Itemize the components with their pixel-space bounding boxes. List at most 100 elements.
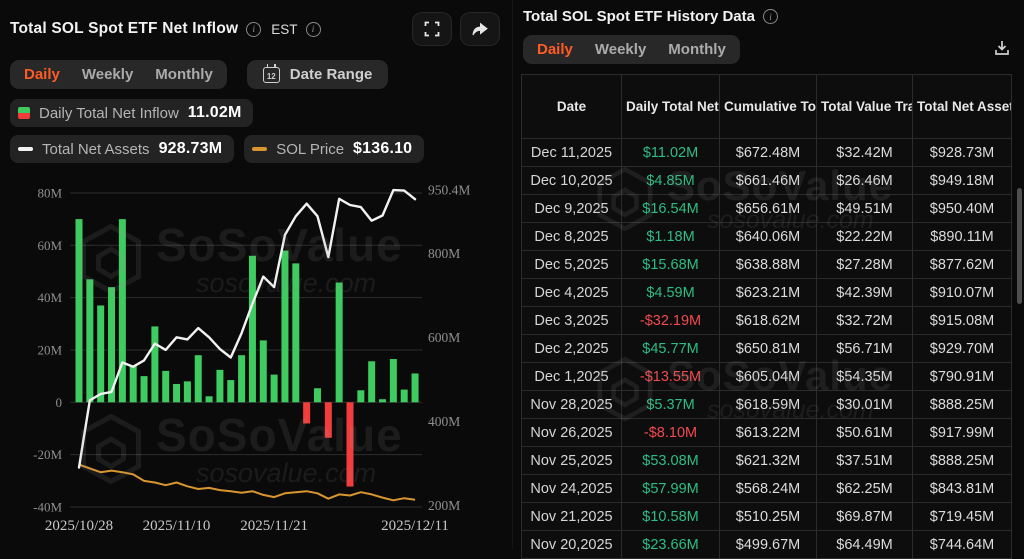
tab-weekly[interactable]: Weekly	[82, 66, 133, 83]
value-cell: $790.91M	[913, 363, 1012, 391]
info-icon[interactable]: i	[763, 9, 778, 24]
table-row[interactable]: Dec 5,2025$15.68M$638.88M$27.28M$877.62M	[522, 251, 1012, 279]
value-cell: $499.67M	[720, 531, 817, 559]
table-row[interactable]: Nov 24,2025$57.99M$568.24M$62.25M$843.81…	[522, 475, 1012, 503]
value-cell: $10.58M	[622, 503, 720, 531]
value-cell: $53.08M	[622, 447, 720, 475]
value-cell: $69.87M	[817, 503, 913, 531]
legend-total-net-assets[interactable]: Total Net Assets 928.73M	[10, 135, 234, 163]
inflow-bar	[412, 373, 419, 402]
value-cell: $744.64M	[913, 531, 1012, 559]
value-cell: $890.11M	[913, 223, 1012, 251]
legend-daily-net-inflow[interactable]: Daily Total Net Inflow 11.02M	[10, 99, 253, 127]
history-table: DateDaily Total Net Inflow(USD)Cumulativ…	[521, 74, 1012, 559]
table-row[interactable]: Nov 20,2025$23.66M$499.67M$64.49M$744.64…	[522, 531, 1012, 559]
chart-controls: Daily Weekly Monthly 12 Date Range	[0, 46, 512, 89]
total-net-assets-line	[79, 190, 415, 467]
value-cell: $23.66M	[622, 531, 720, 559]
table-row[interactable]: Nov 28,2025$5.37M$618.59M$30.01M$888.25M	[522, 391, 1012, 419]
inflow-bar	[281, 251, 288, 403]
left-axis-tick: 20M	[37, 342, 62, 357]
tab-weekly[interactable]: Weekly	[595, 41, 646, 58]
value-cell: $15.68M	[622, 251, 720, 279]
date-cell: Dec 3,2025	[522, 307, 622, 335]
table-row[interactable]: Dec 11,2025$11.02M$672.48M$32.42M$928.73…	[522, 139, 1012, 167]
table-row[interactable]: Nov 25,2025$53.08M$621.32M$37.51M$888.25…	[522, 447, 1012, 475]
value-cell: $910.07M	[913, 279, 1012, 307]
right-axis-tick: 950.4M	[428, 183, 470, 198]
value-cell: -$8.10M	[622, 419, 720, 447]
value-cell: $45.77M	[622, 335, 720, 363]
tab-monthly[interactable]: Monthly	[155, 66, 213, 83]
table-row[interactable]: Dec 8,2025$1.18M$640.06M$22.22M$890.11M	[522, 223, 1012, 251]
tab-daily[interactable]: Daily	[24, 66, 60, 83]
inflow-bar	[379, 399, 386, 402]
column-header: Cumulative Total Net Inflow(USD)	[720, 75, 817, 139]
value-cell: $877.62M	[913, 251, 1012, 279]
inflow-bars	[76, 219, 419, 486]
column-header: Total Net Assets(USD)	[913, 75, 1012, 139]
date-cell: Dec 2,2025	[522, 335, 622, 363]
panel-header: Total SOL Spot ETF History Data i	[513, 0, 1024, 25]
right-axis-tick: 600M	[428, 330, 460, 345]
date-cell: Nov 24,2025	[522, 475, 622, 503]
value-cell: $64.49M	[817, 531, 913, 559]
value-cell: $650.81M	[720, 335, 817, 363]
date-cell: Dec 1,2025	[522, 363, 622, 391]
inflow-bar	[227, 380, 234, 402]
table-row[interactable]: Nov 26,2025-$8.10M$613.22M$50.61M$917.99…	[522, 419, 1012, 447]
share-button[interactable]	[460, 12, 500, 46]
x-axis-tick: 2025/11/10	[143, 518, 211, 534]
inflow-bar	[151, 326, 158, 402]
table-row[interactable]: Dec 4,2025$4.59M$623.21M$42.39M$910.07M	[522, 279, 1012, 307]
chart-legend: Daily Total Net Inflow 11.02M Total Net …	[0, 89, 512, 163]
table-row[interactable]: Dec 1,2025-$13.55M$605.04M$54.35M$790.91…	[522, 363, 1012, 391]
date-cell: Dec 10,2025	[522, 167, 622, 195]
value-cell: $661.46M	[720, 167, 817, 195]
calendar-icon: 12	[263, 67, 280, 83]
value-cell: $623.21M	[720, 279, 817, 307]
value-cell: $4.85M	[622, 167, 720, 195]
green-red-bar-icon	[18, 107, 30, 119]
download-button[interactable]	[992, 38, 1012, 61]
inflow-bar	[336, 283, 343, 403]
inflow-bar	[303, 402, 310, 423]
table-row[interactable]: Dec 9,2025$16.54M$656.61M$49.51M$950.40M	[522, 195, 1012, 223]
value-cell: $621.32M	[720, 447, 817, 475]
share-icon	[471, 21, 489, 37]
value-cell: $613.22M	[720, 419, 817, 447]
value-cell: $618.62M	[720, 307, 817, 335]
value-cell: $50.61M	[817, 419, 913, 447]
table-row[interactable]: Dec 3,2025-$32.19M$618.62M$32.72M$915.08…	[522, 307, 1012, 335]
x-axis-tick: 2025/11/21	[240, 518, 308, 534]
value-cell: $42.39M	[817, 279, 913, 307]
tab-monthly[interactable]: Monthly	[668, 41, 726, 58]
table-controls: Daily Weekly Monthly	[513, 25, 1024, 64]
right-axis-tick: 200M	[428, 498, 460, 513]
legend-label: Daily Total Net Inflow	[39, 105, 179, 122]
left-axis-tick: -20M	[33, 447, 62, 462]
date-range-button[interactable]: 12 Date Range	[247, 60, 389, 89]
left-axis-tick: 0	[56, 395, 63, 410]
inflow-chart: 80M60M40M20M0-20M-40M950.4M800M600M400M2…	[0, 180, 512, 549]
left-axis-tick: 80M	[37, 185, 62, 200]
white-dash-icon	[18, 147, 33, 152]
info-icon[interactable]: i	[306, 22, 321, 37]
info-icon[interactable]: i	[246, 22, 261, 37]
value-cell: $56.71M	[817, 335, 913, 363]
date-cell: Nov 25,2025	[522, 447, 622, 475]
value-cell: $32.42M	[817, 139, 913, 167]
value-cell: $32.72M	[817, 307, 913, 335]
fullscreen-button[interactable]	[412, 12, 452, 46]
inflow-bar	[390, 359, 397, 402]
tab-daily[interactable]: Daily	[537, 41, 573, 58]
table-row[interactable]: Nov 21,2025$10.58M$510.25M$69.87M$719.45…	[522, 503, 1012, 531]
table-scrollbar[interactable]	[1017, 188, 1022, 304]
period-tab-group: Daily Weekly Monthly	[523, 35, 740, 64]
legend-sol-price[interactable]: SOL Price $136.10	[244, 135, 424, 163]
table-row[interactable]: Dec 2,2025$45.77M$650.81M$56.71M$929.70M	[522, 335, 1012, 363]
value-cell: $618.59M	[720, 391, 817, 419]
right-axis-tick: 400M	[428, 414, 460, 429]
table-row[interactable]: Dec 10,2025$4.85M$661.46M$26.46M$949.18M	[522, 167, 1012, 195]
value-cell: $54.35M	[817, 363, 913, 391]
